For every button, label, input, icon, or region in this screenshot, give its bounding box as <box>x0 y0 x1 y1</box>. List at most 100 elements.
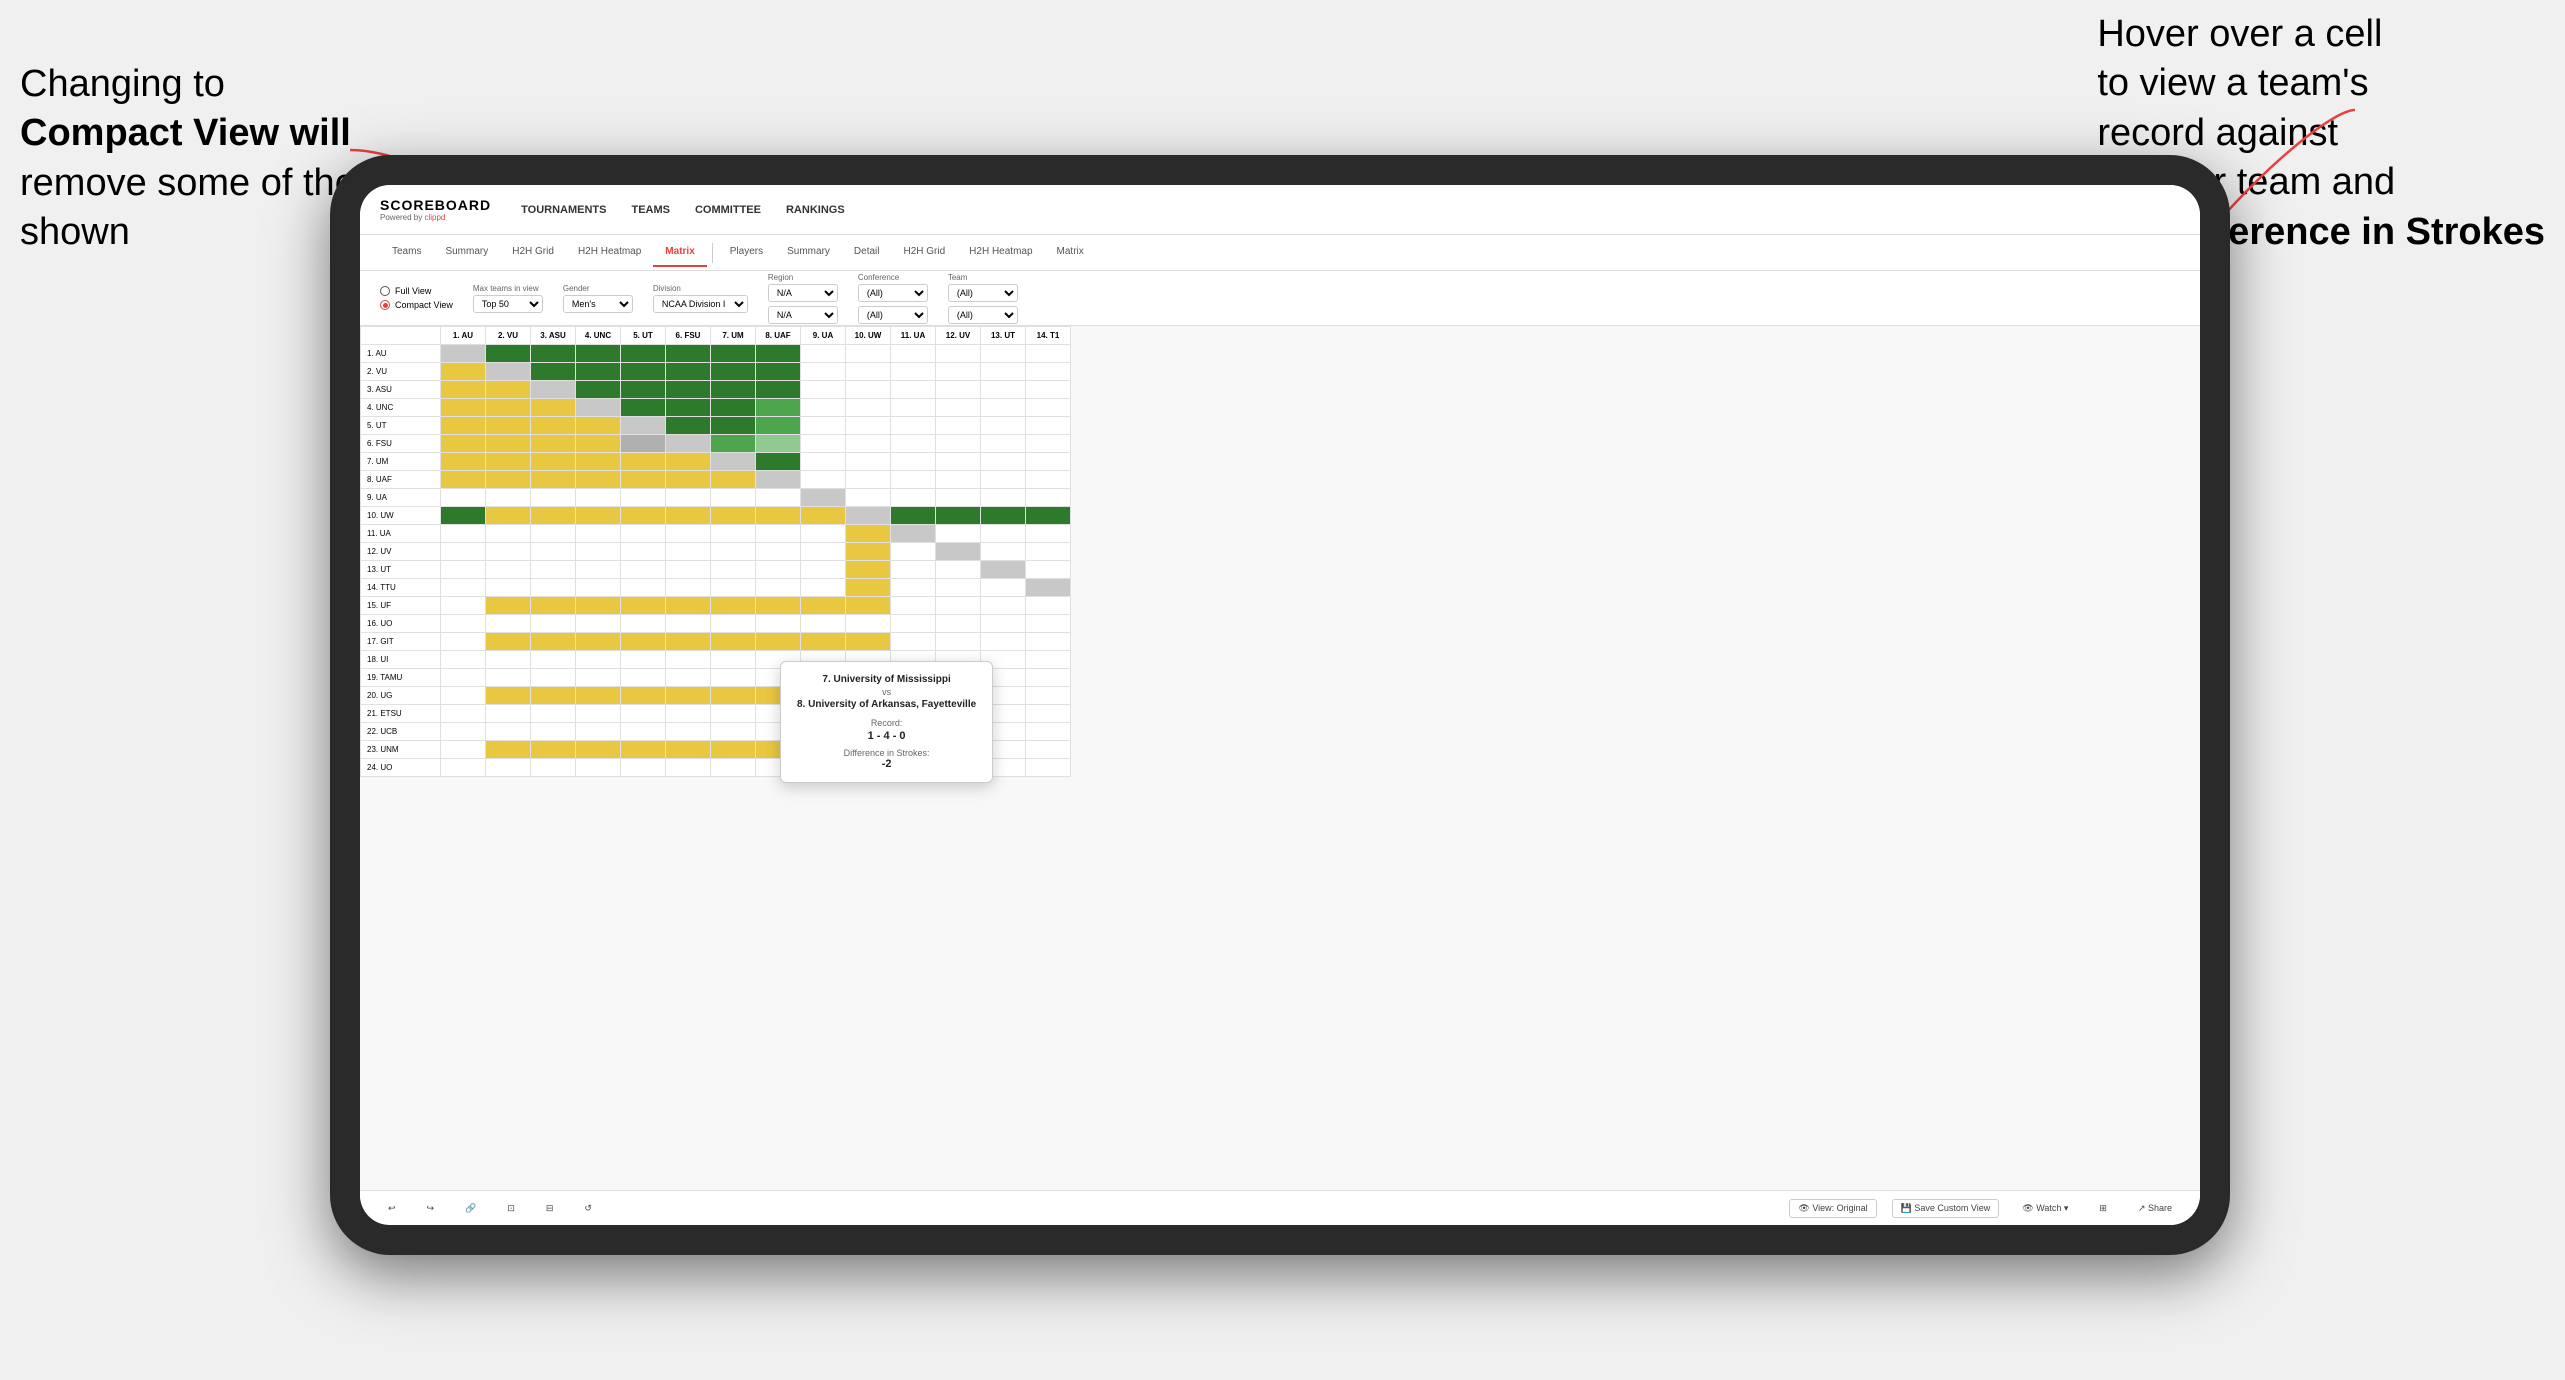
matrix-cell[interactable] <box>441 471 486 489</box>
matrix-cell[interactable] <box>981 525 1026 543</box>
matrix-cell[interactable] <box>486 651 531 669</box>
matrix-cell[interactable] <box>891 615 936 633</box>
matrix-cell[interactable] <box>936 489 981 507</box>
matrix-cell[interactable] <box>486 579 531 597</box>
matrix-cell[interactable] <box>936 543 981 561</box>
matrix-cell[interactable] <box>981 345 1026 363</box>
matrix-cell[interactable] <box>576 579 621 597</box>
matrix-cell[interactable] <box>666 543 711 561</box>
matrix-cell[interactable] <box>621 669 666 687</box>
filter-conference-select2[interactable]: (All) <box>858 306 928 324</box>
matrix-cell[interactable] <box>441 381 486 399</box>
matrix-cell[interactable] <box>666 417 711 435</box>
matrix-cell[interactable] <box>666 615 711 633</box>
matrix-cell[interactable] <box>666 507 711 525</box>
matrix-cell[interactable] <box>846 381 891 399</box>
matrix-cell[interactable] <box>1026 759 1071 777</box>
matrix-cell[interactable] <box>981 453 1026 471</box>
matrix-cell[interactable] <box>486 363 531 381</box>
matrix-cell[interactable] <box>891 597 936 615</box>
matrix-cell[interactable] <box>486 435 531 453</box>
matrix-cell[interactable] <box>846 471 891 489</box>
matrix-cell[interactable] <box>981 363 1026 381</box>
matrix-cell[interactable] <box>801 615 846 633</box>
matrix-cell[interactable] <box>486 345 531 363</box>
matrix-cell[interactable] <box>441 543 486 561</box>
matrix-cell[interactable] <box>846 525 891 543</box>
matrix-cell[interactable] <box>891 525 936 543</box>
toolbar-icon3[interactable]: ⊟ <box>538 1200 562 1217</box>
matrix-cell[interactable] <box>441 561 486 579</box>
matrix-scroll[interactable]: 1. AU 2. VU 3. ASU 4. UNC 5. UT 6. FSU 7… <box>360 326 2200 1190</box>
matrix-cell[interactable] <box>486 597 531 615</box>
matrix-cell[interactable] <box>531 579 576 597</box>
matrix-cell[interactable] <box>1026 633 1071 651</box>
matrix-cell[interactable] <box>486 453 531 471</box>
matrix-cell[interactable] <box>891 543 936 561</box>
matrix-cell[interactable] <box>486 669 531 687</box>
matrix-cell[interactable] <box>711 561 756 579</box>
matrix-cell[interactable] <box>486 723 531 741</box>
matrix-cell[interactable] <box>711 507 756 525</box>
matrix-cell[interactable] <box>531 687 576 705</box>
matrix-cell[interactable] <box>711 759 756 777</box>
matrix-cell[interactable] <box>621 741 666 759</box>
matrix-cell[interactable] <box>936 525 981 543</box>
matrix-cell[interactable] <box>981 417 1026 435</box>
tab-summary-right[interactable]: Summary <box>775 238 842 267</box>
matrix-cell[interactable] <box>441 705 486 723</box>
matrix-cell[interactable] <box>846 543 891 561</box>
matrix-cell[interactable] <box>1026 579 1071 597</box>
matrix-cell[interactable] <box>666 363 711 381</box>
matrix-cell[interactable] <box>531 435 576 453</box>
matrix-cell[interactable] <box>756 561 801 579</box>
matrix-cell[interactable] <box>846 579 891 597</box>
matrix-cell[interactable] <box>756 435 801 453</box>
filter-team-select[interactable]: (All) <box>948 284 1018 302</box>
matrix-cell[interactable] <box>621 543 666 561</box>
tab-teams[interactable]: Teams <box>380 238 433 267</box>
matrix-cell[interactable] <box>666 759 711 777</box>
matrix-cell[interactable] <box>441 453 486 471</box>
matrix-cell[interactable] <box>621 687 666 705</box>
matrix-cell[interactable] <box>891 417 936 435</box>
matrix-cell[interactable] <box>1026 381 1071 399</box>
matrix-cell[interactable] <box>666 381 711 399</box>
matrix-cell[interactable] <box>981 471 1026 489</box>
matrix-cell[interactable] <box>1026 543 1071 561</box>
matrix-cell[interactable] <box>441 525 486 543</box>
matrix-cell[interactable] <box>576 669 621 687</box>
matrix-cell[interactable] <box>1026 669 1071 687</box>
matrix-cell[interactable] <box>576 345 621 363</box>
share-button[interactable]: ↗ Share <box>2130 1200 2180 1217</box>
matrix-cell[interactable] <box>846 345 891 363</box>
matrix-cell[interactable] <box>531 723 576 741</box>
matrix-cell[interactable] <box>441 345 486 363</box>
matrix-cell[interactable] <box>576 687 621 705</box>
matrix-cell[interactable] <box>576 381 621 399</box>
matrix-cell[interactable] <box>441 435 486 453</box>
matrix-cell[interactable] <box>846 363 891 381</box>
matrix-cell[interactable] <box>936 633 981 651</box>
matrix-cell[interactable] <box>711 741 756 759</box>
matrix-cell[interactable] <box>666 489 711 507</box>
tab-h2h-grid-right[interactable]: H2H Grid <box>891 238 957 267</box>
matrix-cell[interactable] <box>576 741 621 759</box>
matrix-cell[interactable] <box>1026 363 1071 381</box>
matrix-cell[interactable] <box>621 705 666 723</box>
matrix-cell[interactable] <box>981 579 1026 597</box>
matrix-cell[interactable] <box>846 399 891 417</box>
matrix-cell[interactable] <box>576 525 621 543</box>
matrix-cell[interactable] <box>441 507 486 525</box>
matrix-cell[interactable] <box>846 435 891 453</box>
matrix-cell[interactable] <box>666 741 711 759</box>
matrix-cell[interactable] <box>711 399 756 417</box>
matrix-cell[interactable] <box>711 687 756 705</box>
matrix-cell[interactable] <box>666 399 711 417</box>
matrix-cell[interactable] <box>846 507 891 525</box>
matrix-cell[interactable] <box>666 453 711 471</box>
matrix-cell[interactable] <box>891 489 936 507</box>
matrix-cell[interactable] <box>801 489 846 507</box>
matrix-cell[interactable] <box>981 597 1026 615</box>
matrix-cell[interactable] <box>621 615 666 633</box>
